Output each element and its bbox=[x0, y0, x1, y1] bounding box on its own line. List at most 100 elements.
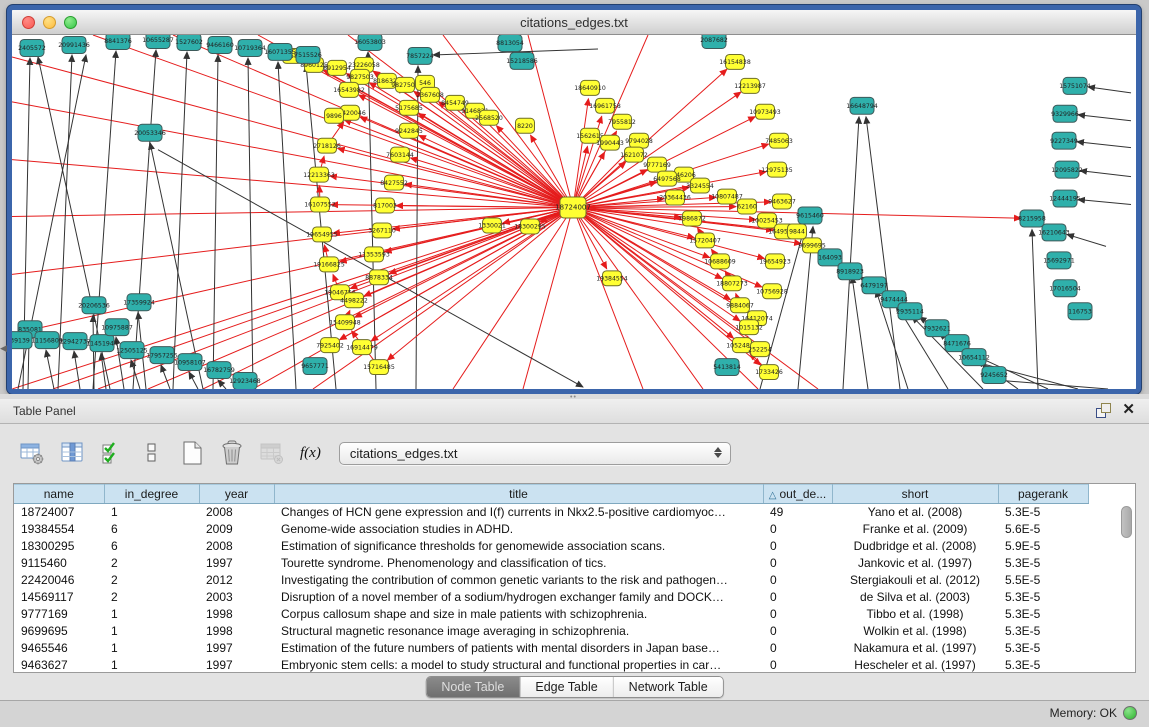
graph-node[interactable]: 9884067 bbox=[726, 298, 754, 313]
graph-node[interactable]: 2367608 bbox=[416, 87, 444, 102]
graph-edge[interactable] bbox=[218, 380, 226, 389]
graph-node[interactable]: 8813054 bbox=[496, 35, 524, 51]
table-row[interactable]: 1830029562008Estimation of significance … bbox=[14, 538, 1088, 555]
table-vertical-scrollbar-thumb[interactable] bbox=[1121, 506, 1132, 538]
graph-node[interactable]: 12444195 bbox=[1049, 190, 1081, 207]
graph-node[interactable]: 12213363 bbox=[303, 167, 335, 182]
graph-node[interactable]: 4498222 bbox=[340, 293, 368, 308]
graph-node[interactable]: 15716485 bbox=[363, 360, 395, 375]
graph-node[interactable]: 20364436 bbox=[659, 190, 691, 205]
graph-node[interactable]: 15218586 bbox=[506, 52, 538, 69]
graph-edge[interactable] bbox=[396, 206, 573, 208]
graph-node[interactable]: 12923468 bbox=[229, 373, 261, 389]
graph-node[interactable]: 19654923 bbox=[759, 254, 791, 269]
network-canvas-area[interactable]: 1872400774658228960125891295423226058982… bbox=[12, 35, 1136, 389]
graph-node[interactable]: 2405572 bbox=[18, 39, 46, 56]
graph-node[interactable]: 3324554 bbox=[686, 178, 714, 193]
graph-node[interactable]: 2718126 bbox=[313, 138, 341, 153]
new-column-icon[interactable] bbox=[178, 438, 206, 468]
graph-node[interactable]: 8220 bbox=[516, 118, 535, 133]
zoom-window-icon[interactable] bbox=[64, 16, 77, 29]
graph-node[interactable]: 16782759 bbox=[203, 362, 235, 379]
graph-node[interactable]: 16071355 bbox=[264, 43, 296, 60]
row-height-icon[interactable] bbox=[138, 438, 166, 468]
graph-node[interactable]: 1990443 bbox=[596, 135, 624, 150]
graph-node[interactable]: 17957255 bbox=[146, 347, 178, 364]
graph-node[interactable]: 1733426 bbox=[755, 365, 783, 380]
graph-node[interactable]: 15692971 bbox=[1043, 252, 1075, 269]
graph-node[interactable]: 10688609 bbox=[704, 254, 736, 269]
collapse-splitter-arrow-icon[interactable]: ◀ bbox=[0, 343, 7, 354]
table-row[interactable]: 946362711997Embryonic stem cells: a mode… bbox=[14, 657, 1088, 674]
graph-node[interactable]: 16154838 bbox=[719, 54, 751, 69]
delete-column-icon[interactable] bbox=[218, 438, 246, 468]
graph-node[interactable]: 116753 bbox=[1068, 303, 1092, 320]
graph-edge[interactable] bbox=[1067, 234, 1106, 246]
graph-node[interactable]: 9615460 bbox=[796, 207, 824, 224]
graph-node[interactable]: 5413814 bbox=[713, 359, 741, 376]
graph-node[interactable]: 9329966 bbox=[1051, 105, 1079, 122]
graph-node[interactable]: 1527602 bbox=[175, 35, 203, 50]
graph-node[interactable]: 11353593 bbox=[358, 247, 390, 262]
graph-node[interactable]: 9245652 bbox=[980, 367, 1008, 384]
graph-node[interactable]: 19166825 bbox=[313, 257, 345, 272]
graph-node[interactable]: 7857224 bbox=[406, 47, 434, 64]
graph-node[interactable]: 20206536 bbox=[78, 297, 110, 314]
close-window-icon[interactable] bbox=[22, 16, 35, 29]
graph-node[interactable]: 20991436 bbox=[58, 36, 90, 53]
graph-node[interactable]: 16210643 bbox=[1038, 224, 1070, 241]
graph-node[interactable]: 9896 bbox=[325, 108, 344, 123]
graph-node[interactable]: 10655287 bbox=[142, 35, 174, 48]
graph-node[interactable]: 12505125 bbox=[116, 342, 148, 359]
float-window-icon[interactable] bbox=[1096, 403, 1110, 417]
graph-node[interactable]: 10975887 bbox=[101, 319, 133, 336]
table-row[interactable]: 1938455462009Genome-wide association stu… bbox=[14, 521, 1088, 538]
graph-edge[interactable] bbox=[131, 360, 140, 389]
graph-node[interactable]: 20053346 bbox=[134, 124, 166, 141]
tab-network-table[interactable]: Network Table bbox=[614, 677, 723, 697]
graph-node[interactable]: 12095822 bbox=[1051, 161, 1083, 178]
graph-edge[interactable] bbox=[1080, 171, 1131, 177]
graph-edge[interactable] bbox=[996, 380, 1108, 389]
graph-node[interactable]: 10719364 bbox=[234, 39, 266, 56]
graph-edge[interactable] bbox=[1078, 200, 1131, 205]
table-row[interactable]: 1872400712008Changes of HCN gene express… bbox=[14, 504, 1088, 521]
graph-node[interactable]: 11156809 bbox=[31, 332, 63, 349]
graph-node[interactable]: 8841376 bbox=[104, 35, 132, 49]
graph-node[interactable]: 7485063 bbox=[765, 133, 793, 148]
graph-node[interactable]: 8215958 bbox=[1018, 210, 1046, 227]
graph-edge[interactable] bbox=[74, 351, 80, 389]
graph-node[interactable]: 7955812 bbox=[608, 114, 636, 129]
graph-node[interactable]: 3267110 bbox=[368, 223, 396, 238]
select-columns-icon[interactable] bbox=[98, 438, 126, 468]
graph-node[interactable]: 16961758 bbox=[589, 98, 621, 113]
graph-node[interactable]: 12975135 bbox=[761, 162, 793, 177]
graph-node[interactable]: 9466160 bbox=[206, 36, 234, 53]
graph-edge[interactable] bbox=[1078, 115, 1131, 121]
graph-edge[interactable] bbox=[46, 350, 54, 389]
column-header-title[interactable]: title bbox=[274, 485, 763, 504]
graph-edge[interactable] bbox=[573, 208, 643, 389]
graph-edge[interactable] bbox=[1032, 229, 1038, 389]
column-header-name[interactable]: name bbox=[14, 485, 104, 504]
column-header-pagerank[interactable]: pagerank bbox=[998, 485, 1088, 504]
column-header-short[interactable]: short bbox=[832, 485, 998, 504]
graph-node[interactable]: 8918923 bbox=[836, 263, 864, 280]
graph-node[interactable]: 2935114 bbox=[896, 303, 924, 320]
graph-node[interactable]: 17016504 bbox=[1049, 280, 1081, 297]
graph-node[interactable]: 9827508 bbox=[391, 77, 419, 92]
graph-node[interactable]: 9227349 bbox=[1050, 132, 1078, 149]
graph-edge[interactable] bbox=[133, 50, 156, 389]
graph-node[interactable]: 11451944 bbox=[86, 335, 118, 352]
graph-node[interactable]: 39139 bbox=[12, 332, 32, 349]
graph-edge[interactable] bbox=[161, 365, 170, 389]
graph-edge[interactable] bbox=[523, 208, 573, 389]
graph-node[interactable]: 9463627 bbox=[768, 194, 796, 209]
graph-node[interactable]: 2568520 bbox=[475, 110, 503, 125]
graph-node[interactable]: 164093 bbox=[818, 249, 842, 266]
graph-node[interactable]: 7515526 bbox=[294, 46, 322, 63]
minimize-window-icon[interactable] bbox=[43, 16, 56, 29]
table-row[interactable]: 911546021997Tourette syndrome. Phenomeno… bbox=[14, 555, 1088, 572]
graph-node[interactable]: 10958107 bbox=[174, 354, 206, 371]
graph-node[interactable]: 2087682 bbox=[700, 35, 728, 48]
